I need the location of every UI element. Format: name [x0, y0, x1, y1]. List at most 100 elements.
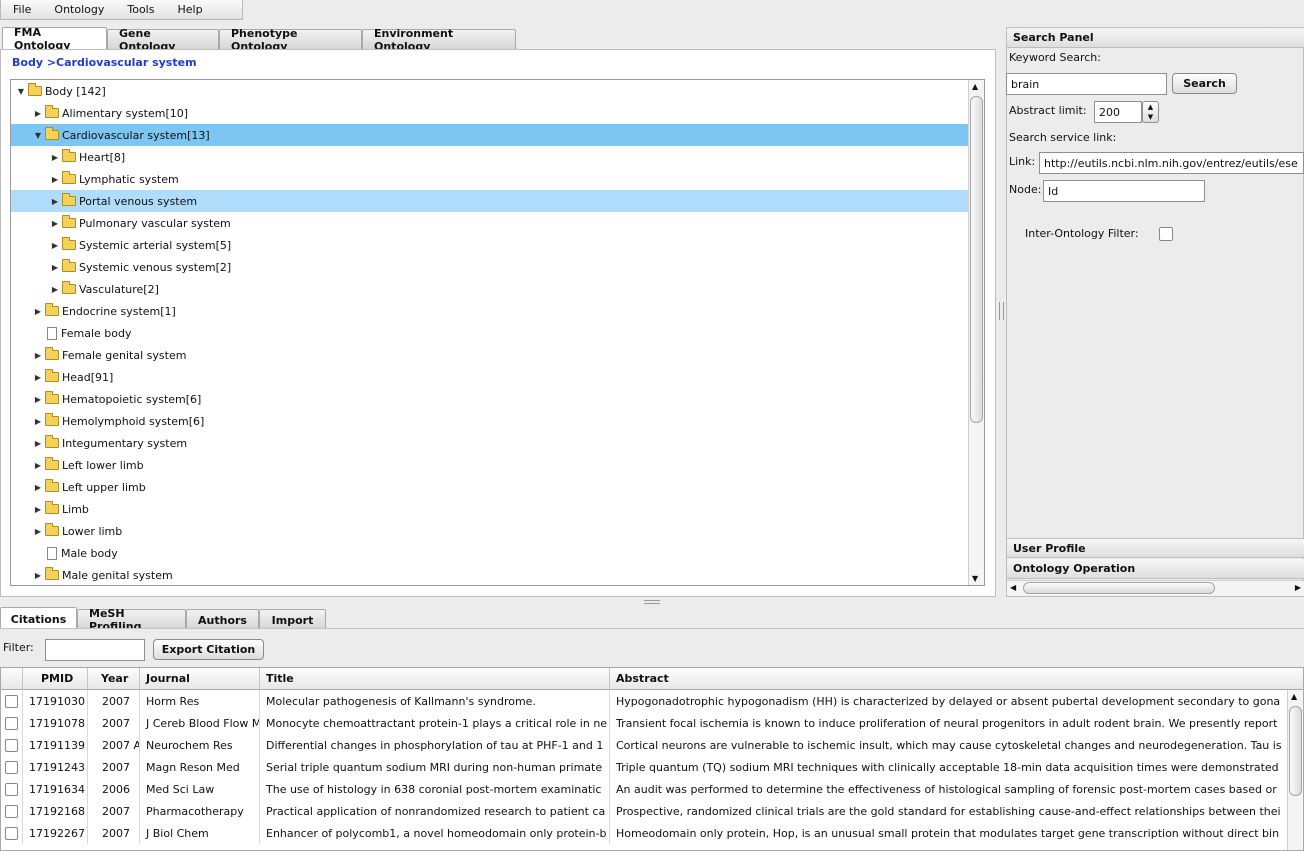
- row-checkbox[interactable]: [5, 782, 18, 796]
- tree-node[interactable]: ▶ Endocrine system[1]: [11, 300, 969, 322]
- table-scroll-thumb[interactable]: [1289, 706, 1302, 796]
- tab-gene-ontology[interactable]: Gene Ontology: [107, 27, 219, 53]
- collapsed-arrow-icon[interactable]: ▶: [50, 153, 60, 162]
- tree-node[interactable]: ▶ Systemic arterial system[5]: [11, 234, 969, 256]
- ontology-tree[interactable]: ▼ Body [142] ▶ Alimentary system[10] ▼ Cardio…: [10, 79, 985, 586]
- tab-environment-ontology[interactable]: Environment Ontology: [362, 27, 516, 53]
- table-row[interactable]: 17191078 2007 J Cereb Blood Flow M Monocyte…: [1, 712, 1289, 734]
- header-journal[interactable]: Journal: [140, 668, 260, 690]
- row-checkbox[interactable]: [5, 826, 18, 840]
- tree-node[interactable]: ▶ Lymphatic system: [11, 168, 969, 190]
- collapsed-arrow-icon[interactable]: ▶: [33, 109, 43, 118]
- table-row[interactable]: 17191030 2007 Horm Res Molecular pathogenes…: [1, 690, 1289, 712]
- menu-ontology[interactable]: Ontology: [54, 3, 104, 16]
- ontology-operation-header[interactable]: Ontology Operation: [1007, 559, 1304, 579]
- tree-node[interactable]: ▶ Systemic venous system[2]: [11, 256, 969, 278]
- collapsed-arrow-icon[interactable]: ▶: [50, 285, 60, 294]
- menu-tools[interactable]: Tools: [127, 3, 154, 16]
- tree-node[interactable]: ▶ Male genital system: [11, 564, 969, 585]
- tree-node[interactable]: ▶ Heart[8]: [11, 146, 969, 168]
- tree-node[interactable]: ▶ Pulmonary vascular system: [11, 212, 969, 234]
- collapsed-arrow-icon[interactable]: ▶: [33, 527, 43, 536]
- collapsed-arrow-icon[interactable]: ▶: [33, 373, 43, 382]
- collapsed-arrow-icon[interactable]: ▶: [33, 417, 43, 426]
- expanded-arrow-icon[interactable]: ▼: [33, 131, 43, 140]
- menu-help[interactable]: Help: [177, 3, 202, 16]
- row-checkbox[interactable]: [5, 738, 18, 752]
- collapsed-arrow-icon[interactable]: ▶: [50, 219, 60, 228]
- collapsed-arrow-icon[interactable]: ▶: [50, 263, 60, 272]
- table-row[interactable]: 17191634 2006 Med Sci Law The use of histol…: [1, 778, 1289, 800]
- tree-node[interactable]: ▶ Female genital system: [11, 344, 969, 366]
- collapsed-arrow-icon[interactable]: ▶: [33, 571, 43, 580]
- tab-mesh-profiling[interactable]: MeSH Profiling: [77, 607, 186, 633]
- tree-node[interactable]: ▶ Portal venous system: [11, 190, 969, 212]
- hscroll-thumb[interactable]: [1023, 582, 1215, 594]
- tree-node[interactable]: ▶ Limb: [11, 498, 969, 520]
- link-input[interactable]: http://eutils.ncbi.nlm.nih.gov/entrez/eu…: [1039, 152, 1304, 174]
- collapsed-arrow-icon[interactable]: ▶: [33, 483, 43, 492]
- tab-citations[interactable]: Citations: [0, 607, 77, 630]
- collapsed-arrow-icon[interactable]: ▶: [33, 505, 43, 514]
- tree-node[interactable]: ▼ Body [142]: [11, 80, 969, 102]
- collapsed-arrow-icon[interactable]: ▶: [50, 175, 60, 184]
- scroll-left-icon[interactable]: ◀: [1010, 583, 1016, 592]
- expanded-arrow-icon[interactable]: ▼: [16, 87, 26, 96]
- scroll-down-icon[interactable]: ▼: [972, 574, 978, 583]
- breadcrumb[interactable]: Body >Cardiovascular system: [12, 56, 197, 69]
- row-checkbox[interactable]: [5, 694, 18, 708]
- inter-ontology-filter-checkbox[interactable]: [1159, 227, 1173, 241]
- tree-node[interactable]: ▶ Left lower limb: [11, 454, 969, 476]
- row-checkbox[interactable]: [5, 804, 18, 818]
- menu-file[interactable]: File: [13, 3, 31, 16]
- tree-node[interactable]: ▶ Left upper limb: [11, 476, 969, 498]
- tree-node[interactable]: ▶ Head[91]: [11, 366, 969, 388]
- tree-node[interactable]: Male body: [11, 542, 969, 564]
- table-scrollbar[interactable]: ▲: [1287, 690, 1303, 850]
- tab-phenotype-ontology[interactable]: Phenotype Ontology: [219, 27, 362, 53]
- node-input[interactable]: Id: [1043, 180, 1205, 202]
- tab-fma-ontology[interactable]: FMA Ontology: [2, 26, 107, 52]
- filter-input[interactable]: [45, 639, 145, 661]
- right-panel-hscrollbar[interactable]: ◀ ▶: [1007, 580, 1304, 596]
- search-button[interactable]: Search: [1172, 73, 1237, 94]
- table-row[interactable]: 17192168 2007 Pharmacotherapy Practical app…: [1, 800, 1289, 822]
- tree-node[interactable]: Female body: [11, 322, 969, 344]
- export-citation-button[interactable]: Export Citation: [153, 639, 264, 660]
- search-panel-header[interactable]: Search Panel: [1007, 28, 1304, 48]
- abstract-limit-input[interactable]: 200: [1094, 101, 1142, 123]
- abstract-limit-stepper[interactable]: ▲ ▼: [1142, 101, 1159, 123]
- tree-node[interactable]: ▶ Integumentary system: [11, 432, 969, 454]
- tab-authors[interactable]: Authors: [186, 609, 259, 630]
- stepper-up-icon[interactable]: ▲: [1143, 102, 1158, 112]
- tree-scrollbar[interactable]: ▲ ▼: [968, 80, 984, 585]
- collapsed-arrow-icon[interactable]: ▶: [50, 197, 60, 206]
- tree-node[interactable]: ▶ Hematopoietic system[6]: [11, 388, 969, 410]
- table-row[interactable]: 17191243 2007 Magn Reson Med Serial triple …: [1, 756, 1289, 778]
- scroll-up-icon[interactable]: ▲: [972, 82, 978, 91]
- table-row[interactable]: 171911392007 ApNeurochem ResDifferential…: [1, 734, 1289, 756]
- tree-scroll-thumb[interactable]: [970, 96, 983, 423]
- user-profile-header[interactable]: User Profile: [1007, 538, 1304, 558]
- tab-import[interactable]: Import: [259, 609, 326, 630]
- table-row[interactable]: 17192267 2007 J Biol Chem Enhancer of polyc…: [1, 822, 1289, 844]
- collapsed-arrow-icon[interactable]: ▶: [33, 461, 43, 470]
- collapsed-arrow-icon[interactable]: ▶: [50, 241, 60, 250]
- tree-node[interactable]: ▶ Vasculature[2]: [11, 278, 969, 300]
- tree-node[interactable]: ▶ Lower limb: [11, 520, 969, 542]
- collapsed-arrow-icon[interactable]: ▶: [33, 307, 43, 316]
- collapsed-arrow-icon[interactable]: ▶: [33, 351, 43, 360]
- vertical-splitter-handle[interactable]: [999, 302, 1004, 320]
- tree-node[interactable]: ▶ Alimentary system[10]: [11, 102, 969, 124]
- header-title[interactable]: Title: [260, 668, 610, 690]
- row-checkbox[interactable]: [5, 760, 18, 774]
- row-checkbox[interactable]: [5, 716, 18, 730]
- collapsed-arrow-icon[interactable]: ▶: [33, 395, 43, 404]
- keyword-search-input[interactable]: brain: [1006, 73, 1167, 95]
- collapsed-arrow-icon[interactable]: ▶: [33, 439, 43, 448]
- horizontal-splitter-handle[interactable]: [644, 600, 660, 604]
- header-year[interactable]: Year: [88, 668, 140, 690]
- scroll-right-icon[interactable]: ▶: [1295, 583, 1301, 592]
- tree-node[interactable]: ▶ Hemolymphoid system[6]: [11, 410, 969, 432]
- tree-node[interactable]: ▼ Cardiovascular system[13]: [11, 124, 969, 146]
